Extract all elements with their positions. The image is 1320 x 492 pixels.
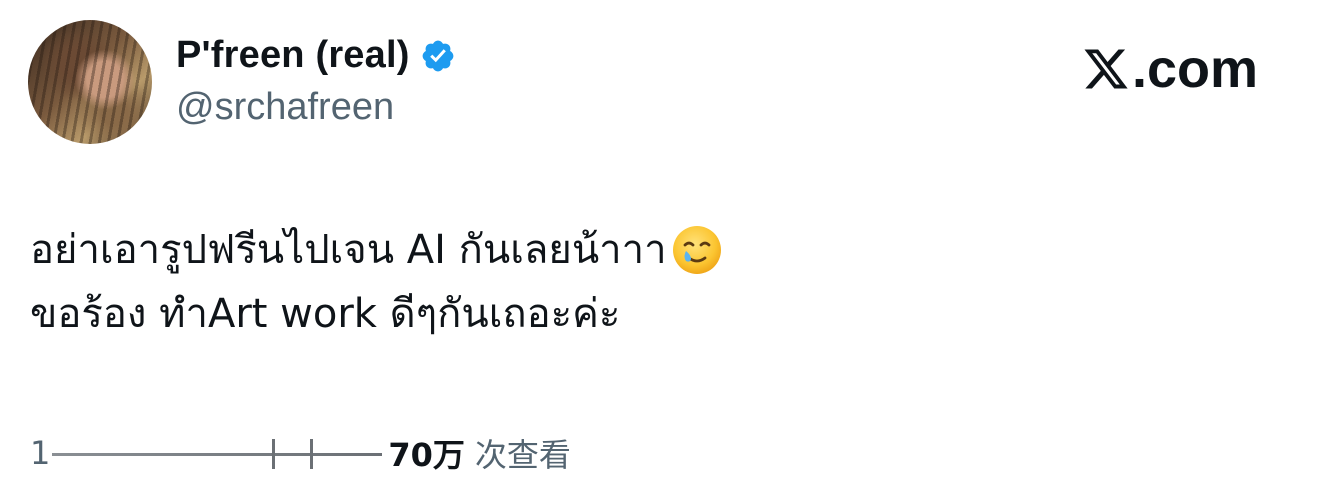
view-count-label: 次查看 xyxy=(474,436,571,474)
tweet-line-1: อย่าเอารูปฟรีนไปเจน AI กันเลยน้าาา xyxy=(30,218,723,282)
redacted-timestamp xyxy=(52,433,383,473)
redaction-line xyxy=(52,453,383,456)
tweet-text: อย่าเอารูปฟรีนไปเจน AI กันเลยน้าาา ขอร้อ… xyxy=(30,218,723,346)
redaction-tick xyxy=(310,439,314,469)
view-count[interactable]: 70万 xyxy=(388,430,465,476)
smiling-face-with-tear-icon xyxy=(672,226,721,274)
tweet-line-2: ขอร้อง ทำArt work ดีๆกันเถอะค่ะ xyxy=(30,282,723,346)
avatar[interactable] xyxy=(28,20,152,144)
author-name-row: P'freen (real) xyxy=(176,34,456,77)
author-display-name[interactable]: P'freen (real) xyxy=(176,34,410,77)
footer-lead-text: 1 xyxy=(30,434,51,472)
tweet-line-1-text: อย่าเอารูปฟรีนไปเจน AI กันเลยน้าาา xyxy=(30,227,667,273)
tweet-footer: 1 70万 次查看 xyxy=(30,430,571,476)
tweet-line-2-text: ขอร้อง ทำArt work ดีๆกันเถอะค่ะ xyxy=(30,291,621,337)
x-logo-icon xyxy=(1084,49,1128,89)
author-handle[interactable]: @srchafreen xyxy=(176,86,394,129)
redaction-tick xyxy=(272,439,276,469)
verified-badge-icon xyxy=(422,40,453,71)
brand-watermark: .com xyxy=(1082,38,1258,100)
brand-label: .com xyxy=(1132,39,1259,99)
